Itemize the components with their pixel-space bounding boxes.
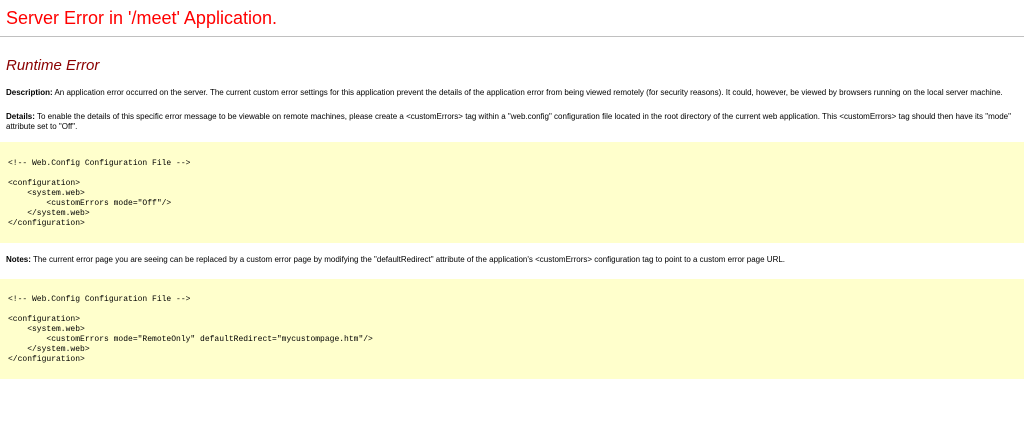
title-divider — [0, 36, 1024, 37]
notes-paragraph: Notes: The current error page you are se… — [6, 255, 1018, 266]
error-heading: Runtime Error — [6, 57, 100, 74]
description-label: Description: — [6, 88, 53, 97]
details-label: Details: — [6, 111, 35, 121]
code-line: <customErrors mode="RemoteOnly" defaultR… — [8, 335, 373, 344]
description-paragraph: Description: An application error occurr… — [6, 88, 1018, 99]
notes-label: Notes: — [6, 254, 31, 264]
error-page: Server Error in '/meet' Application. Run… — [0, 0, 1024, 379]
code-line: </system.web> — [8, 345, 90, 354]
code-line: <configuration> — [8, 315, 81, 324]
notes-text: The current error page you are seeing ca… — [30, 254, 786, 264]
config-code-block-remoteonly: <!-- Web.Config Configuration File --> <… — [0, 279, 1024, 379]
code-comment: <!-- Web.Config Configuration File --> — [8, 158, 191, 168]
code-line: </configuration> — [8, 218, 85, 228]
code-line: </configuration> — [8, 355, 85, 364]
page-title: Server Error in '/meet' Application. — [6, 8, 277, 28]
code-comment: <!-- Web.Config Configuration File --> — [8, 295, 191, 304]
code-line: <configuration> — [8, 178, 81, 188]
details-text: To enable the details of this specific e… — [6, 111, 1011, 132]
code-line: <system.web> — [8, 325, 85, 334]
config-code-block-off: <!-- Web.Config Configuration File --> <… — [0, 141, 1024, 243]
code-line: </system.web> — [8, 208, 90, 218]
description-text: An application error occurred on the ser… — [52, 88, 1003, 97]
details-paragraph: Details: To enable the details of this s… — [6, 112, 1018, 133]
code-line: <customErrors mode="Off"/> — [8, 198, 172, 208]
code-line: <system.web> — [8, 188, 85, 198]
